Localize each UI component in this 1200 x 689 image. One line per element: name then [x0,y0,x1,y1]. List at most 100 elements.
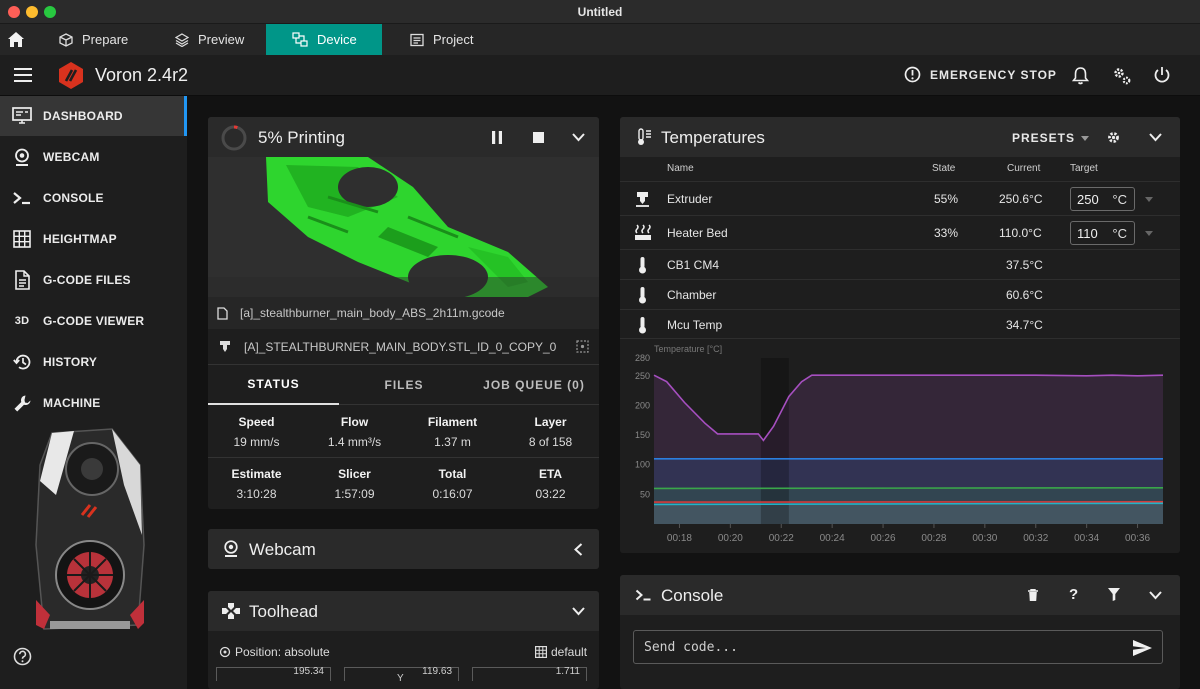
job-subtabs: STATUS FILES JOB QUEUE (0) [208,365,599,405]
col-current: Current [1007,163,1041,174]
sidebar-item-gcode-viewer[interactable]: 3D G-CODE VIEWER [0,301,187,341]
tab-device[interactable]: Device [266,24,382,55]
toolhead-illustration [35,428,145,630]
filter-icon[interactable] [1108,588,1120,601]
trash-icon[interactable] [1028,589,1038,601]
power-icon[interactable] [1153,66,1171,84]
chevron-left-icon[interactable] [574,543,583,556]
sidebar-item-gcode-files[interactable]: G-CODE FILES [0,260,187,300]
presets-dropdown[interactable]: PRESETS [1012,131,1090,145]
window-title: Untitled [577,5,623,19]
grid-icon [13,230,31,248]
position-mode[interactable]: Position: absolute [219,645,330,659]
file-outline-icon [217,306,228,320]
chevron-down-icon[interactable] [572,607,585,616]
presets-label: PRESETS [1012,131,1076,145]
y-position-value: 119.63 [422,666,452,677]
toolhead-panel-header[interactable]: Toolhead [208,591,599,631]
tab-project[interactable]: Project [410,24,500,55]
x-tick-label: 00:26 [871,533,896,544]
sidebar-item-dashboard[interactable]: DASHBOARD [0,96,187,136]
emergency-stop-label: EMERGENCY STOP [930,67,1057,82]
layers-icon [175,32,189,47]
print-status-title: 5% Printing [258,128,345,147]
x-tick-label: 00:28 [921,533,946,544]
emergency-stop-button[interactable]: EMERGENCY STOP [904,66,1057,83]
webcam-panel-header[interactable]: Webcam [208,529,599,569]
console-input[interactable]: Send code... [633,630,1163,664]
x-tick-label: 00:32 [1023,533,1048,544]
tab-preview[interactable]: Preview [175,24,265,55]
stat-filament: Filament 1.37 m [427,415,478,449]
tab-preview-label: Preview [198,32,245,47]
col-target: Target [1070,163,1098,174]
chart-pause-band [760,358,789,524]
z-position-value: 1.711 [555,666,580,677]
sidebar-item-label: G-CODE FILES [43,273,131,287]
bell-icon[interactable] [1072,66,1089,85]
temperatures-title: Temperatures [661,128,765,147]
heater-bed-target-input[interactable]: 110 °C [1070,221,1135,245]
tab-files[interactable]: FILES [339,365,469,405]
sidebar-item-heightmap[interactable]: HEIGHTMAP [0,219,187,259]
temp-row-chamber: Chamber 60.6°C [620,279,1180,309]
y-tick-label: 150 [635,430,650,440]
y-tick-label: 280 [635,353,650,363]
tab-prepare[interactable]: Prepare [59,24,149,55]
pause-icon[interactable] [491,131,503,144]
x-position-value: 195.34 [293,666,324,677]
sidebar-item-history[interactable]: HISTORY [0,342,187,382]
stop-icon[interactable] [533,132,544,143]
temp-name: Extruder [667,192,713,206]
project-icon [410,33,424,46]
sidebar-item-console[interactable]: CONSOLE [0,178,187,218]
gears-icon[interactable] [1112,66,1132,86]
caret-down-icon[interactable] [1145,231,1153,236]
x-position-field[interactable]: 195.34 [216,666,331,681]
object-row[interactable]: [A]_STEALTHBURNER_MAIN_BODY.STL_ID_0_COP… [208,329,599,365]
menu-icon[interactable] [14,68,32,82]
console-title: Console [661,586,724,605]
gcode-file-row[interactable]: [a]_stealthburner_main_body_ABS_2h11m.gc… [208,297,599,329]
temp-name: Chamber [667,288,717,302]
nozzle-icon [220,340,230,352]
tab-status[interactable]: STATUS [208,365,339,405]
temperature-chart: Temperature [°C] 50 100 150 200 250 280 00:18 00… [620,342,1180,553]
progress-ring [221,125,247,151]
temp-current: 34.7°C [1006,318,1043,332]
gear-icon[interactable] [1107,131,1120,144]
sidebar-item-label: DASHBOARD [43,109,123,123]
chevron-down-icon[interactable] [572,133,585,142]
preset-selector[interactable]: default [535,645,587,659]
main-content: 5% Printing [a]_stealthburner_main_body_… [187,96,1200,689]
target-select-icon[interactable] [576,340,589,353]
tab-prepare-label: Prepare [82,32,129,47]
x-tick-label: 00:36 [1125,533,1150,544]
webcam-panel: Webcam [208,529,599,569]
home-button[interactable] [0,24,32,55]
y-position-field[interactable]: Y 119.63 [344,666,459,684]
chevron-down-icon[interactable] [1149,591,1162,600]
z-position-field[interactable]: 1.711 [472,666,587,681]
chevron-down-icon[interactable] [1149,133,1162,142]
help-circle-icon[interactable] [13,647,32,666]
help-button[interactable]: ? [1069,586,1078,603]
console-placeholder: Send code... [644,640,738,655]
webcam-icon [15,148,29,166]
stat-layer: Layer 8 of 158 [528,415,573,449]
sidebar: DASHBOARD WEBCAM CONSOLE HEIGHTMAP G-COD… [0,96,187,689]
chart-y-axis-label: Temperature [°C] [654,344,722,354]
tab-job-queue[interactable]: JOB QUEUE (0) [469,365,599,405]
heater-bed-icon [635,224,651,240]
send-icon[interactable] [1133,640,1152,656]
sidebar-item-machine[interactable]: MACHINE [0,383,187,423]
sidebar-item-webcam[interactable]: WEBCAM [0,137,187,177]
file-icon [15,270,30,290]
series-line-2 [653,487,1164,490]
caret-down-icon[interactable] [1145,197,1153,202]
status-panel-header: 5% Printing [208,117,599,157]
sidebar-item-label: HEIGHTMAP [43,232,117,246]
app-window: Untitled Prepare Preview Device Project … [0,0,1200,689]
temp-state: 55% [934,192,959,206]
extruder-target-input[interactable]: 250 °C [1070,187,1135,211]
